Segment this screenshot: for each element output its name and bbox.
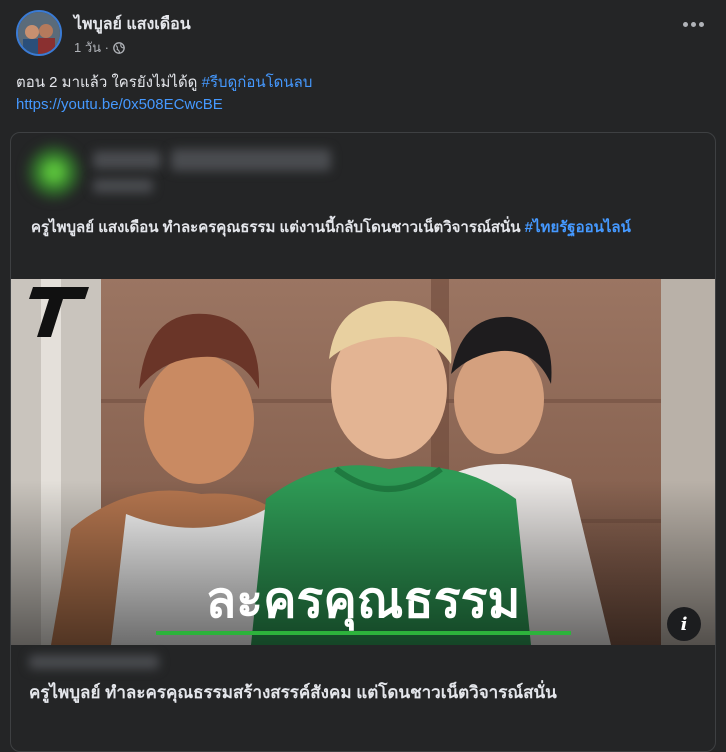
info-icon[interactable]: i [667, 607, 701, 641]
avatar-image [18, 12, 60, 54]
shared-post-text: ครูไพบูลย์ แสงเดือน ทำละครคุณธรรม แต่งาน… [31, 215, 691, 240]
shared-link-headline[interactable]: ครูไพบูลย์ ทำละครคุณธรรมสร้างสรรค์สังคม … [29, 681, 699, 705]
author-name[interactable]: ไพบูลย์ แสงเดือน [74, 12, 191, 37]
post-time[interactable]: 1 วัน · [74, 37, 109, 58]
shared-text: ครูไพบูลย์ แสงเดือน ทำละครคุณธรรม แต่งาน… [31, 219, 521, 236]
shared-post-card[interactable]: ครูไพบูลย์ แสงเดือน ทำละครคุณธรรม แต่งาน… [10, 132, 716, 752]
shared-page-avatar [29, 147, 79, 197]
thumbnail-photo: ละครคุณธรรม [11, 279, 715, 645]
more-horizontal-icon [683, 22, 688, 27]
shared-thumbnail[interactable]: ละครคุณธรรม i [11, 279, 715, 645]
blurred-source-label [29, 655, 159, 669]
overlay-underline [156, 631, 571, 635]
post-caption: ตอน 2 มาแล้ว ใครยังไม่ได้ดู #รีบดูก่อนโด… [16, 72, 312, 94]
post-link[interactable]: https://youtu.be/0x508ECwcBE [16, 96, 223, 113]
globe-icon [113, 41, 125, 54]
facebook-post: ไพบูลย์ แสงเดือน 1 วัน · ตอน 2 มาแล้ว ใค… [0, 0, 726, 752]
blurred-page-name [93, 151, 161, 169]
author-avatar[interactable] [16, 10, 62, 56]
post-meta: 1 วัน · [74, 37, 125, 58]
shared-hashtag[interactable]: #ไทยรัฐออนไลน์ [525, 219, 631, 236]
more-options-button[interactable] [683, 22, 704, 27]
image-overlay-title: ละครคุณธรรม [206, 572, 521, 631]
caption-text: ตอน 2 มาแล้ว ใครยังไม่ได้ดู [16, 74, 198, 91]
caption-hashtag[interactable]: #รีบดูก่อนโดนลบ [202, 74, 313, 91]
blurred-page-meta [93, 179, 153, 193]
